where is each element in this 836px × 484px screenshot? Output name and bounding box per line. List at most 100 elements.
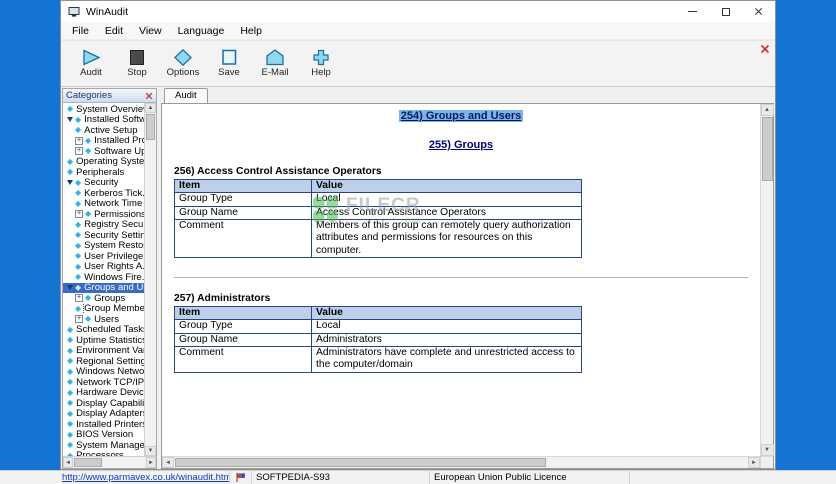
- sidebar-item-windows-fire[interactable]: ◆ Windows Fire...: [63, 272, 144, 283]
- scroll-right-icon[interactable]: ►: [748, 457, 760, 468]
- table-cell: Administrators have complete and unrestr…: [311, 346, 582, 373]
- sidebar-item-label: Environment Vari...: [76, 345, 144, 357]
- diamond-icon: ◆: [75, 230, 82, 240]
- sidebar-item-environment-vari[interactable]: ◆Environment Vari...: [63, 346, 144, 357]
- maximize-button[interactable]: [709, 1, 742, 22]
- sidebar-item-network-tcp-ip[interactable]: ◆ Network TCP/IP: [63, 377, 144, 388]
- sidebar-item-label: System Overview: [76, 104, 144, 115]
- sidebar-item-groups-and-use[interactable]: ◆Groups and Use...: [63, 282, 144, 293]
- sidebar-item-operating-system[interactable]: ◆Operating System: [63, 157, 144, 168]
- sidebar-item-peripherals[interactable]: ◆ Peripherals: [63, 167, 144, 178]
- expand-plus-icon[interactable]: +: [75, 136, 83, 145]
- winaudit-website-link[interactable]: http://www.parmavex.co.uk/winaudit.html: [62, 472, 229, 483]
- minimize-button[interactable]: [676, 1, 709, 22]
- sidebar-item-installed-prog[interactable]: +◆Installed Prog...: [63, 135, 144, 147]
- title-bar[interactable]: WinAudit: [61, 1, 775, 22]
- sidebar-item-users[interactable]: + ◆ Users: [63, 314, 144, 325]
- sidebar-item-display-adapters[interactable]: ◆ Display Adapters: [63, 409, 144, 420]
- menu-edit[interactable]: Edit: [97, 24, 131, 38]
- sidebar-item-hardware-device[interactable]: ◆Hardware Device...: [63, 388, 144, 399]
- scroll-left-icon[interactable]: ◄: [162, 457, 174, 468]
- diamond-icon: ◆: [67, 377, 74, 387]
- scroll-thumb[interactable]: [146, 114, 155, 140]
- sidebar-item-windows-networ[interactable]: ◆Windows Networ...: [63, 367, 144, 378]
- sidebar-item-system-restor[interactable]: ◆System Restor...: [63, 241, 144, 252]
- diamond-icon: ◆: [75, 251, 82, 261]
- sidebar-item-group-membe[interactable]: ◆Group Membe...: [63, 303, 144, 314]
- licence-text: European Union Public Licence: [434, 472, 567, 483]
- email-envelope-icon: [264, 49, 286, 66]
- scroll-down-icon[interactable]: ▼: [760, 444, 774, 456]
- sidebar-item-installed-printers[interactable]: ◆ Installed Printers: [63, 419, 144, 430]
- sidebar-item-label: User Privilege...: [84, 251, 144, 262]
- collapse-arrow-icon[interactable]: [67, 117, 73, 123]
- menu-language[interactable]: Language: [170, 24, 233, 38]
- sidebar-item-installed-software[interactable]: ◆Installed Software: [63, 115, 144, 125]
- content-vertical-scrollbar[interactable]: ▲ ▼: [760, 104, 774, 456]
- scroll-left-icon[interactable]: ◄: [63, 457, 73, 468]
- sidebar-item-permissions[interactable]: + ◆ Permissions: [63, 209, 144, 220]
- sidebar-item-bios-version[interactable]: ◆ BIOS Version: [63, 430, 144, 441]
- scroll-up-icon[interactable]: ▲: [145, 103, 156, 113]
- categories-close-icon[interactable]: [145, 92, 153, 100]
- diamond-icon: ◆: [75, 303, 82, 313]
- diamond-icon: ◆: [67, 408, 74, 418]
- close-button[interactable]: [742, 1, 775, 22]
- scroll-thumb[interactable]: [74, 458, 102, 467]
- sidebar-horizontal-scrollbar[interactable]: ◄ ►: [63, 456, 156, 468]
- scroll-down-icon[interactable]: ▼: [145, 446, 156, 456]
- sidebar-item-security[interactable]: ◆ Security: [63, 178, 144, 188]
- toolbar-save-button[interactable]: Save: [207, 49, 251, 78]
- sidebar-item-software-upd[interactable]: +◆Software Upd...: [63, 146, 144, 157]
- sidebar-item-system-overview[interactable]: ◆ System Overview: [63, 104, 144, 115]
- expand-plus-icon[interactable]: +: [75, 315, 83, 324]
- categories-body: ◆System Overview◆Installed Software◆Acti…: [63, 103, 156, 456]
- menu-view[interactable]: View: [131, 24, 170, 38]
- status-bar: http://www.parmavex.co.uk/winaudit.html …: [0, 470, 836, 484]
- expand-plus-icon[interactable]: +: [75, 147, 83, 156]
- toolbar-close-icon[interactable]: [760, 44, 770, 54]
- sidebar-item-network-time[interactable]: ◆ Network Time: [63, 199, 144, 210]
- report-subtitle-text: 255) Groups: [428, 139, 494, 151]
- expand-plus-icon[interactable]: +: [75, 294, 83, 303]
- report-table: Item Value Group Type Local Group Name Admini…: [174, 306, 582, 373]
- sidebar-item-kerberos-tick[interactable]: ◆ Kerberos Tick...: [63, 188, 144, 199]
- sidebar-item-user-rights-a[interactable]: ◆ User Rights A...: [63, 262, 144, 273]
- sidebar-item-groups[interactable]: + ◆ Groups: [63, 293, 144, 304]
- sidebar-item-security-settin[interactable]: ◆Security Settin...: [63, 230, 144, 241]
- scroll-right-icon[interactable]: ►: [146, 457, 156, 468]
- diamond-icon: ◆: [75, 272, 82, 282]
- sidebar-vertical-scrollbar[interactable]: ▲ ▼: [144, 103, 156, 456]
- sidebar-item-scheduled-tasks[interactable]: ◆ Scheduled Tasks: [63, 325, 144, 336]
- diamond-icon: ◆: [85, 135, 92, 145]
- scroll-up-icon[interactable]: ▲: [760, 104, 774, 116]
- table-cell: Comment: [174, 219, 312, 259]
- diamond-icon: ◆: [67, 335, 74, 345]
- sidebar-item-label: Users: [94, 314, 119, 325]
- expand-plus-icon[interactable]: +: [75, 210, 83, 219]
- sidebar-item-display-capabiliti[interactable]: ◆Display Capabiliti...: [63, 398, 144, 409]
- collapse-arrow-icon[interactable]: [67, 285, 73, 291]
- scroll-thumb[interactable]: [175, 458, 546, 467]
- sidebar-item-label: Display Adapters: [76, 408, 144, 420]
- sidebar-item-uptime-statistics[interactable]: ◆ Uptime Statistics: [63, 335, 144, 346]
- sidebar-item-active-setup[interactable]: ◆ Active Setup: [63, 125, 144, 136]
- toolbar-audit-button[interactable]: Audit: [69, 49, 113, 78]
- sidebar-item-regional-settings[interactable]: ◆ Regional Settings: [63, 356, 144, 367]
- diamond-icon: ◆: [75, 282, 82, 292]
- sidebar-item-label: Installed Prog...: [94, 135, 144, 147]
- sidebar-item-system-manage[interactable]: ◆System Manage...: [63, 440, 144, 451]
- sidebar-item-registry-secu[interactable]: ◆Registry Secu...: [63, 220, 144, 231]
- toolbar-stop-button[interactable]: Stop: [115, 49, 159, 78]
- menu-file[interactable]: File: [64, 24, 97, 38]
- sidebar-item-user-privilege[interactable]: ◆User Privilege...: [63, 251, 144, 262]
- scroll-thumb[interactable]: [761, 117, 773, 181]
- tab-audit[interactable]: Audit: [164, 88, 208, 103]
- toolbar-help-button[interactable]: Help: [299, 49, 343, 78]
- stop-square-icon: [126, 49, 148, 66]
- menu-help[interactable]: Help: [232, 24, 270, 38]
- collapse-arrow-icon[interactable]: [67, 180, 73, 186]
- toolbar-e-mail-button[interactable]: E-Mail: [253, 49, 297, 78]
- content-horizontal-scrollbar[interactable]: ◄ ►: [162, 456, 760, 468]
- toolbar-options-button[interactable]: Options: [161, 49, 205, 78]
